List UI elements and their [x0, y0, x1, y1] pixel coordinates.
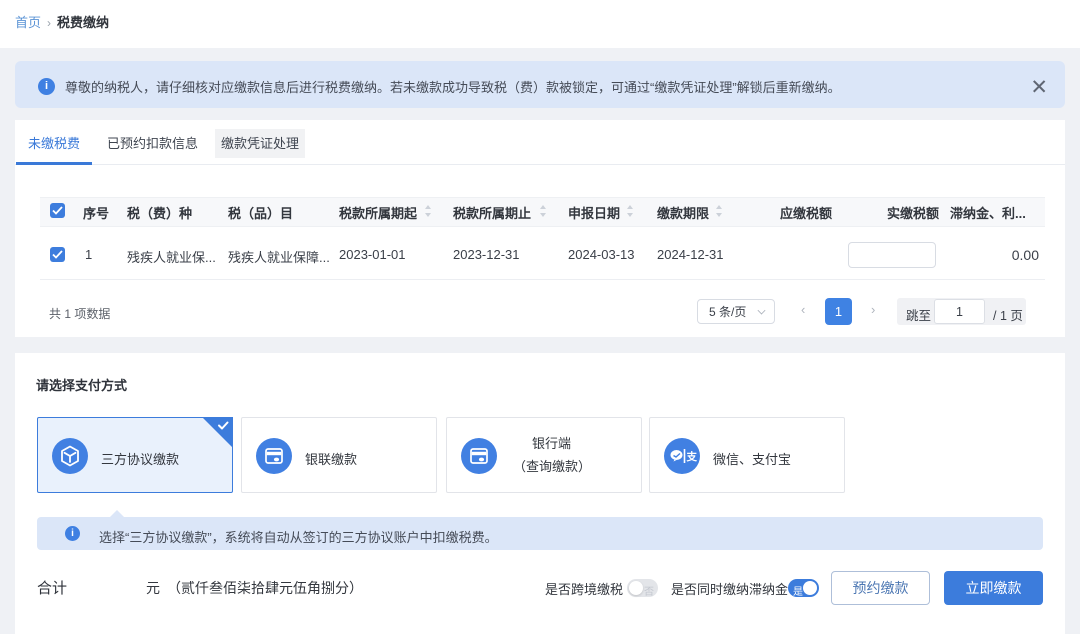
svg-text:支: 支 [686, 450, 698, 463]
